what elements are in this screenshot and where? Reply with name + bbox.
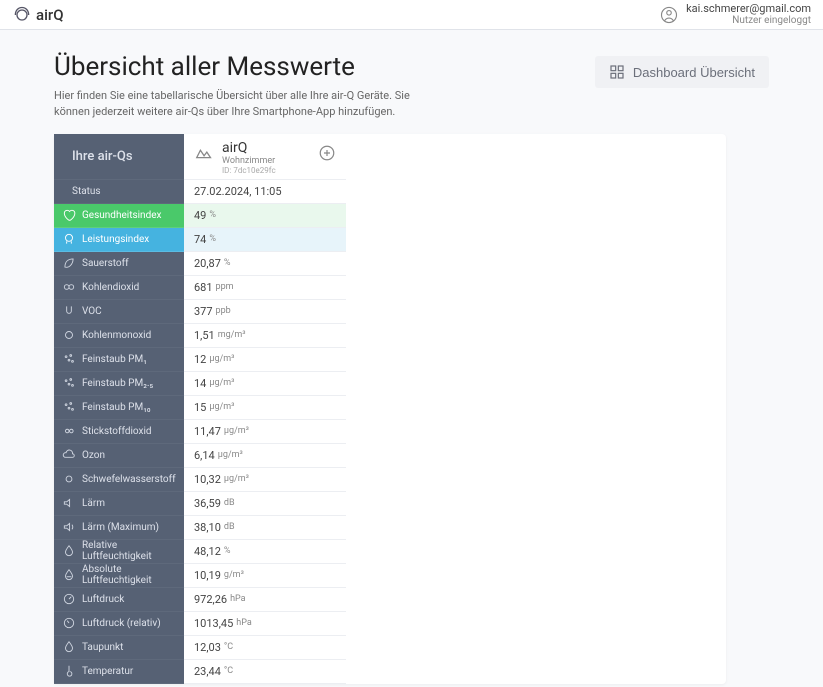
row-no2-label[interactable]: Stickstoffdioxid — [54, 420, 184, 444]
row-dew-value: 12,03°C — [184, 636, 346, 660]
drop-fill-icon — [62, 568, 76, 582]
co-icon — [62, 328, 76, 342]
row-pm25-value: 14μg/m³ — [184, 372, 346, 396]
dew-icon — [62, 640, 76, 654]
row-no2-value: 11,47μg/m³ — [184, 420, 346, 444]
brand-name: airQ — [36, 6, 64, 24]
row-o2-value: 20,87% — [184, 252, 346, 276]
gauge-rel-icon — [62, 616, 76, 630]
device-name: airQ — [222, 140, 276, 156]
user-icon — [660, 6, 678, 24]
head-icon — [62, 232, 76, 246]
row-relhum-value: 48,12% — [184, 540, 346, 564]
heart-icon — [62, 208, 76, 222]
h2s-icon — [62, 472, 76, 486]
add-device-button[interactable] — [318, 144, 336, 162]
table-value-column: airQ Wohnzimmer ID: 7dc10e29fc 27.02.202… — [184, 134, 346, 684]
page-subtitle: Hier finden Sie eine tabellarische Übers… — [54, 88, 414, 120]
user-email: kai.schmerer@gmail.com — [686, 2, 811, 15]
row-pm25-label[interactable]: Feinstaub PM₂.₅ — [54, 372, 184, 396]
row-perf-value: 74% — [184, 228, 346, 252]
gauge-icon — [62, 592, 76, 606]
voc-icon — [62, 304, 76, 318]
table-left-column: Ihre air-Qs Status Gesundheitsindex Leis… — [54, 134, 184, 684]
particles-icon — [62, 400, 76, 414]
row-abshum-label[interactable]: Absolute Luftfeuchtigkeit — [54, 564, 184, 588]
row-pm1-label[interactable]: Feinstaub PM₁ — [54, 348, 184, 372]
no2-icon — [62, 424, 76, 438]
brand-logo[interactable]: airQ — [12, 5, 64, 25]
particles-icon — [62, 376, 76, 390]
page-header: Übersicht aller Messwerte Hier finden Si… — [54, 52, 769, 120]
particles-icon — [62, 352, 76, 366]
left-header: Ihre air-Qs — [54, 134, 184, 180]
row-abshum-value: 10,19g/m³ — [184, 564, 346, 588]
airq-logo-icon — [12, 5, 32, 25]
device-card[interactable]: airQ Wohnzimmer ID: 7dc10e29fc — [194, 140, 276, 176]
row-status-value: 27.02.2024, 11:05 — [184, 180, 346, 204]
row-o3-label[interactable]: Ozon — [54, 444, 184, 468]
thermometer-icon — [62, 664, 76, 678]
row-noise-label[interactable]: Lärm — [54, 492, 184, 516]
row-temp-value: 23,44°C — [184, 660, 346, 684]
row-health-label[interactable]: Gesundheitsindex — [54, 204, 184, 228]
row-press-value: 972,26hPa — [184, 588, 346, 612]
row-noisemax-value: 38,10dB — [184, 516, 346, 540]
row-co-label[interactable]: Kohlenmonoxid — [54, 324, 184, 348]
dashboard-overview-button[interactable]: Dashboard Übersicht — [595, 56, 769, 88]
row-co2-label[interactable]: Kohlendioxid — [54, 276, 184, 300]
row-pressrel-label[interactable]: Luftdruck (relativ) — [54, 612, 184, 636]
dashboard-icon — [609, 64, 625, 80]
row-health-value: 49% — [184, 204, 346, 228]
co2-icon — [62, 280, 76, 294]
user-area[interactable]: kai.schmerer@gmail.com Nutzer eingeloggt — [660, 2, 811, 27]
row-pm1-value: 12μg/m³ — [184, 348, 346, 372]
row-relhum-label[interactable]: Relative Luftfeuchtigkeit — [54, 540, 184, 564]
row-voc-label[interactable]: VOC — [54, 300, 184, 324]
leaf-icon — [62, 256, 76, 270]
dashboard-button-label: Dashboard Übersicht — [633, 65, 755, 80]
page-title: Übersicht aller Messwerte — [54, 52, 414, 82]
row-h2s-value: 10,32μg/m³ — [184, 468, 346, 492]
row-o2-label[interactable]: Sauerstoff — [54, 252, 184, 276]
sound-max-icon — [62, 520, 76, 534]
user-texts: kai.schmerer@gmail.com Nutzer eingeloggt — [686, 2, 811, 27]
device-room: Wohnzimmer — [222, 156, 276, 166]
top-bar: airQ kai.schmerer@gmail.com Nutzer einge… — [0, 0, 823, 30]
row-co-value: 1,51mg/m³ — [184, 324, 346, 348]
row-noise-value: 36,59dB — [184, 492, 346, 516]
row-pm10-label[interactable]: Feinstaub PM₁₀ — [54, 396, 184, 420]
row-voc-value: 377ppb — [184, 300, 346, 324]
device-header: airQ Wohnzimmer ID: 7dc10e29fc — [184, 134, 346, 180]
row-co2-value: 681ppm — [184, 276, 346, 300]
row-status-label: Status — [54, 180, 184, 204]
sound-icon — [62, 496, 76, 510]
measurements-table: Ihre air-Qs Status Gesundheitsindex Leis… — [54, 134, 726, 684]
device-id: ID: 7dc10e29fc — [222, 166, 276, 175]
row-pm10-value: 15μg/m³ — [184, 396, 346, 420]
cloud-icon — [62, 448, 76, 462]
row-dew-label[interactable]: Taupunkt — [54, 636, 184, 660]
row-perf-label[interactable]: Leistungsindex — [54, 228, 184, 252]
row-noisemax-label[interactable]: Lärm (Maximum) — [54, 516, 184, 540]
row-temp-label[interactable]: Temperatur — [54, 660, 184, 684]
row-press-label[interactable]: Luftdruck — [54, 588, 184, 612]
row-o3-value: 6,14μg/m³ — [184, 444, 346, 468]
row-pressrel-value: 1013,45hPa — [184, 612, 346, 636]
page-content: Übersicht aller Messwerte Hier finden Si… — [0, 30, 823, 684]
device-icon — [194, 142, 216, 164]
user-status: Nutzer eingeloggt — [686, 15, 811, 27]
drop-icon — [62, 544, 76, 558]
row-h2s-label[interactable]: Schwefelwasserstoff — [54, 468, 184, 492]
